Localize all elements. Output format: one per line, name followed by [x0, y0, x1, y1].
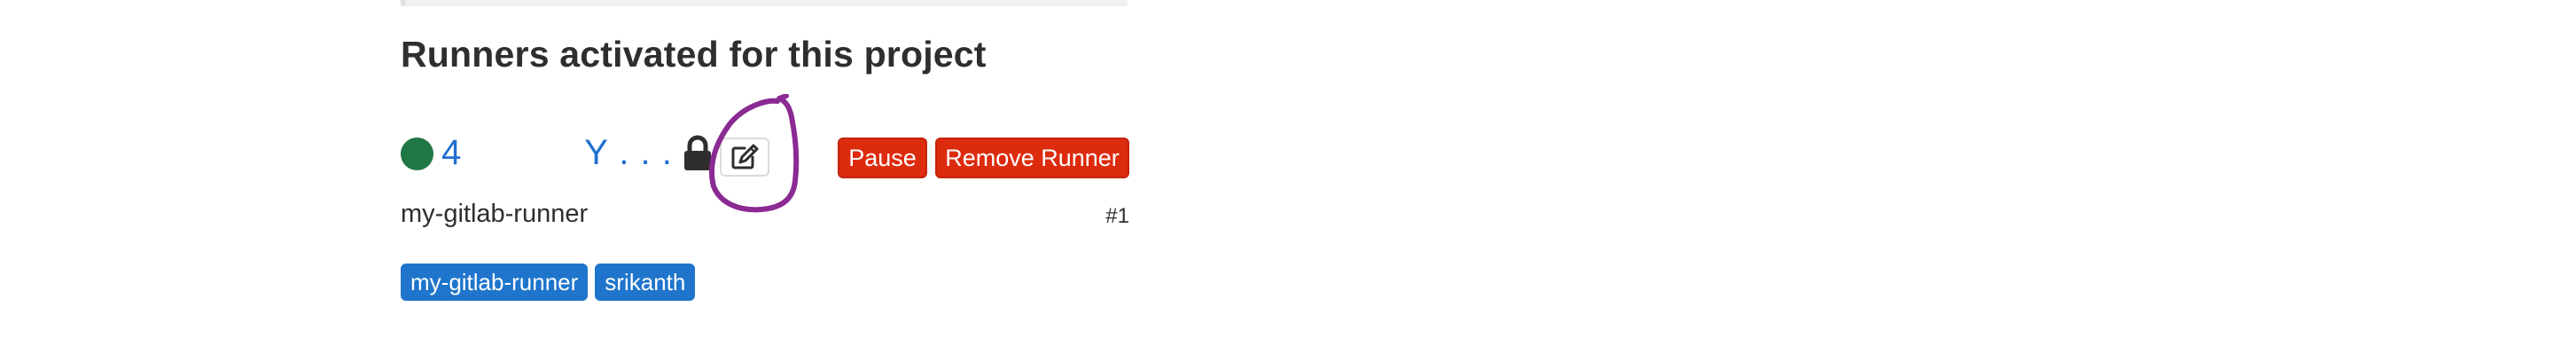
tag-badge: srikanth	[595, 264, 696, 301]
pause-button[interactable]: Pause	[838, 138, 927, 178]
runner-token-end: Y . . .	[584, 133, 673, 172]
edit-runner-button[interactable]	[720, 138, 769, 177]
runner-description: my-gitlab-runner	[401, 200, 589, 228]
section-divider	[401, 0, 1128, 6]
tag-badge: my-gitlab-runner	[401, 264, 589, 301]
runner-token-link[interactable]: 4 Y . . .	[441, 133, 673, 173]
runner-tags: my-gitlab-runner srikanth	[401, 264, 696, 301]
pencil-square-icon	[731, 144, 759, 169]
runners-section: Runners activated for this project 4 Y . …	[0, 0, 2576, 362]
section-heading: Runners activated for this project	[401, 34, 987, 75]
remove-runner-button[interactable]: Remove Runner	[935, 138, 1129, 178]
runner-id: #1	[1105, 204, 1129, 228]
runner-token-start: 4	[441, 133, 463, 172]
lock-icon	[684, 135, 711, 170]
runner-status-icon	[401, 138, 433, 170]
